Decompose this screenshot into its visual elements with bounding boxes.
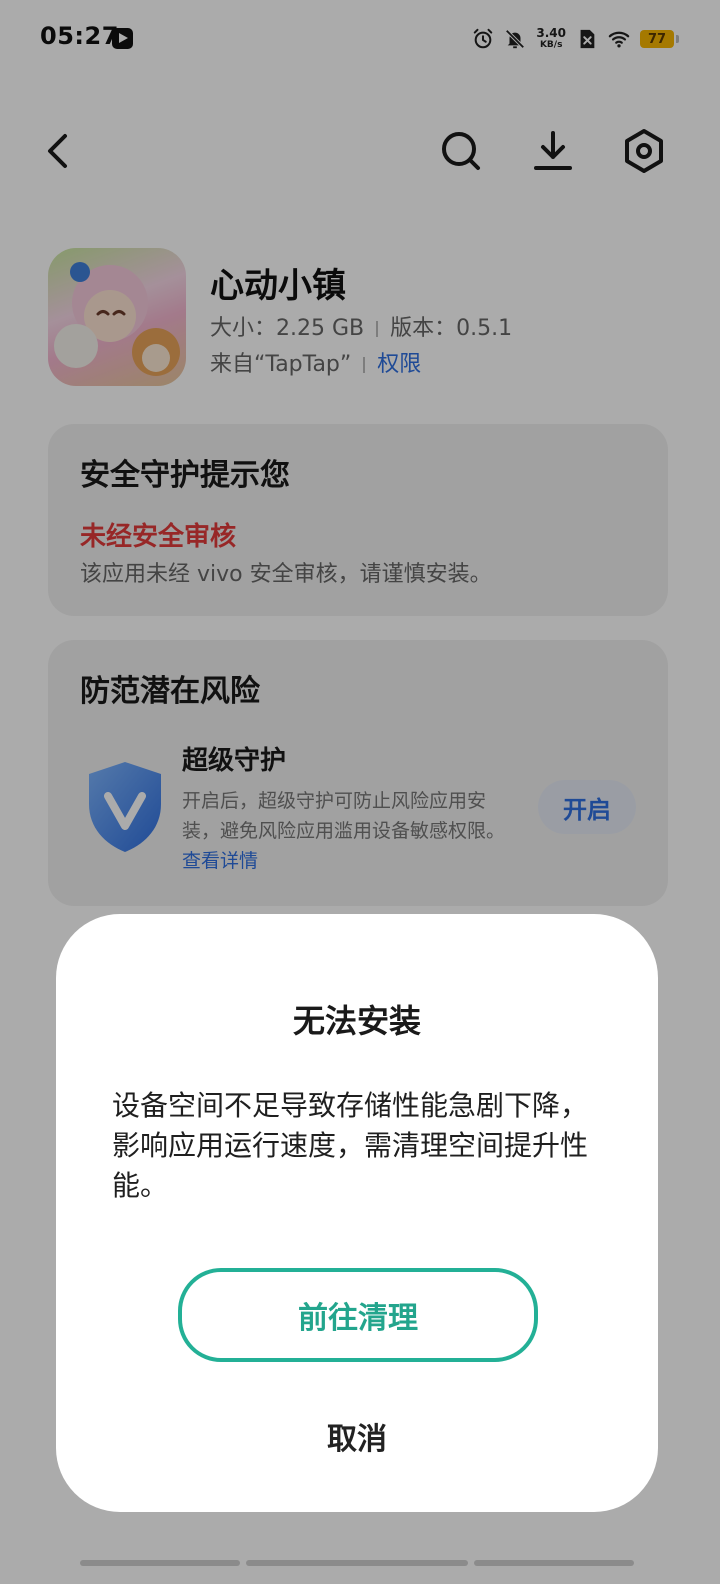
dialog-message: 设备空间不足导致存储性能急剧下降，影响应用运行速度，需清理空间提升性能。 bbox=[112, 1089, 589, 1202]
dialog-title: 无法安装 bbox=[292, 1002, 421, 1040]
go-clean-button[interactable]: 前往清理 bbox=[178, 1268, 538, 1362]
install-failed-dialog: 无法安装 设备空间不足导致存储性能急剧下降，影响应用运行速度，需清理空间提升性能… bbox=[56, 914, 658, 1512]
cancel-button[interactable]: 取消 bbox=[56, 1414, 658, 1458]
